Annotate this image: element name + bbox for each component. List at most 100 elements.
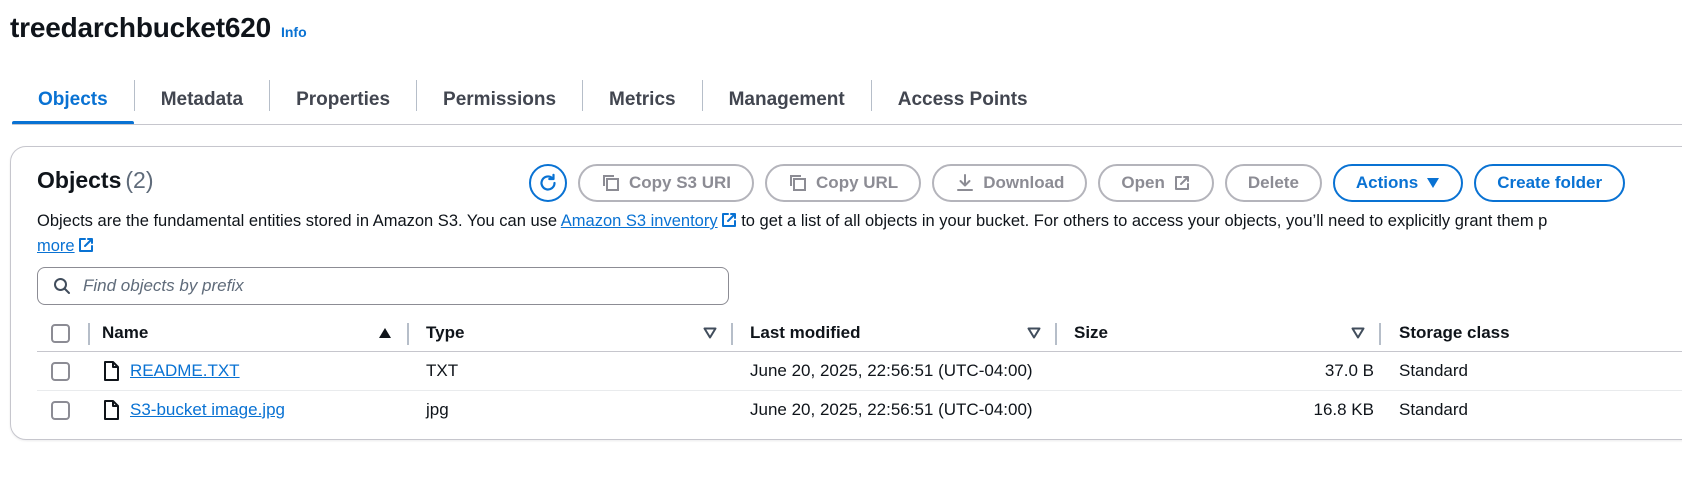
- info-link[interactable]: Info: [281, 24, 307, 40]
- tab-properties[interactable]: Properties: [270, 74, 416, 125]
- caret-down-icon: [1427, 178, 1440, 188]
- tab-permissions[interactable]: Permissions: [417, 74, 582, 125]
- sort-icon[interactable]: [1027, 315, 1041, 351]
- column-header-storage-class[interactable]: Storage class: [1399, 315, 1510, 351]
- button-label: Download: [983, 173, 1065, 192]
- search-box: [37, 267, 729, 305]
- last-modified-cell: June 20, 2025, 22:56:51 (UTC-04:00): [750, 400, 1033, 419]
- page-title: treedarchbucket620: [10, 12, 271, 43]
- search-input[interactable]: [81, 275, 685, 297]
- table-row: S3-bucket image.jpg jpg June 20, 2025, 2…: [37, 391, 1682, 429]
- refresh-button[interactable]: [529, 164, 567, 202]
- tab-bar: Objects Metadata Properties Permissions …: [12, 74, 1054, 125]
- tab-label: Properties: [296, 88, 391, 110]
- column-divider: [407, 323, 409, 345]
- tab-label: Objects: [38, 88, 108, 110]
- column-label: Size: [1074, 323, 1109, 342]
- create-folder-button[interactable]: Create folder: [1474, 164, 1626, 202]
- tab-label: Metadata: [160, 88, 244, 110]
- column-header-name[interactable]: Name: [102, 315, 148, 351]
- column-header-size[interactable]: Size: [1074, 315, 1108, 351]
- button-label: Actions: [1355, 173, 1419, 192]
- column-divider: [1055, 323, 1057, 345]
- tab-access-points[interactable]: Access Points: [872, 74, 1054, 125]
- download-button[interactable]: Download: [932, 164, 1088, 202]
- tab-label: Access Points: [897, 88, 1028, 110]
- row-select-cell: [51, 391, 70, 429]
- column-label: Storage class: [1399, 323, 1510, 342]
- button-label: Open: [1121, 173, 1165, 192]
- tab-label: Permissions: [443, 88, 557, 110]
- column-divider: [1379, 323, 1381, 345]
- column-header-type[interactable]: Type: [426, 315, 464, 351]
- button-label: Create folder: [1497, 173, 1603, 192]
- search-icon: [53, 277, 71, 295]
- button-label: Delete: [1247, 173, 1299, 192]
- copy-s3-uri-button[interactable]: Copy S3 URI: [578, 164, 755, 202]
- refresh-icon: [540, 173, 556, 191]
- tab-metadata[interactable]: Metadata: [135, 74, 269, 125]
- type-cell: TXT: [426, 361, 459, 380]
- tab-label: Metrics: [609, 88, 676, 110]
- column-label: Last modified: [750, 323, 861, 342]
- select-all-checkbox[interactable]: [51, 323, 70, 343]
- object-name-link[interactable]: S3-bucket image.jpg: [130, 400, 285, 420]
- button-label: Copy S3 URI: [629, 173, 732, 192]
- size-cell: 16.8 KB: [1313, 400, 1375, 419]
- objects-table: Name Type Last modified Size Storage cla…: [37, 315, 1682, 429]
- column-divider: [731, 323, 733, 345]
- delete-button[interactable]: Delete: [1224, 164, 1322, 202]
- column-label: Type: [426, 323, 465, 342]
- type-cell: jpg: [426, 400, 449, 419]
- description-text: Objects are the fundamental entities sto…: [37, 212, 561, 230]
- objects-heading: Objects (2): [37, 167, 154, 194]
- actions-dropdown-button[interactable]: Actions: [1332, 164, 1464, 202]
- external-link-icon: [78, 238, 93, 252]
- sort-ascending-icon[interactable]: [378, 315, 392, 351]
- object-name-link[interactable]: README.TXT: [130, 361, 240, 381]
- column-divider: [88, 323, 90, 345]
- table-header-row: Name Type Last modified Size Storage cla…: [37, 315, 1682, 352]
- tabs-underline: [12, 124, 1682, 125]
- learn-more-link[interactable]: more: [37, 237, 94, 255]
- external-link-icon: [721, 213, 736, 227]
- name-cell: S3-bucket image.jpg: [102, 391, 285, 429]
- column-header-last-modified[interactable]: Last modified: [750, 315, 861, 351]
- objects-count: (2): [125, 167, 154, 193]
- file-icon: [102, 400, 120, 420]
- objects-panel: Objects (2) Copy S3 URI Copy URL Download…: [10, 146, 1682, 440]
- download-icon: [957, 174, 974, 191]
- tab-objects[interactable]: Objects: [12, 74, 134, 125]
- page-header: treedarchbucket620 Info: [10, 12, 307, 44]
- link-label: Amazon S3 inventory: [560, 212, 718, 230]
- sort-icon[interactable]: [703, 315, 717, 351]
- storage-class-cell: Standard: [1399, 361, 1468, 380]
- size-cell: 37.0 B: [1324, 361, 1374, 380]
- description-text: to get a list of all objects in your buc…: [736, 212, 1548, 230]
- objects-description: Objects are the fundamental entities sto…: [37, 209, 1682, 259]
- tab-metrics[interactable]: Metrics: [583, 74, 702, 125]
- table-row: README.TXT TXT June 20, 2025, 22:56:51 (…: [37, 352, 1682, 391]
- sort-icon[interactable]: [1351, 315, 1365, 351]
- external-link-icon: [1174, 176, 1189, 190]
- button-label: Copy URL: [816, 173, 899, 192]
- last-modified-cell: June 20, 2025, 22:56:51 (UTC-04:00): [750, 361, 1033, 380]
- name-cell: README.TXT: [102, 352, 240, 390]
- tab-management[interactable]: Management: [703, 74, 871, 125]
- open-button[interactable]: Open: [1098, 164, 1214, 202]
- storage-class-cell: Standard: [1399, 400, 1468, 419]
- select-all-cell: [51, 315, 70, 351]
- objects-toolbar: Copy S3 URI Copy URL Download Open Delet…: [529, 164, 1626, 202]
- copy-url-button[interactable]: Copy URL: [765, 164, 922, 202]
- tab-label: Management: [728, 88, 845, 110]
- copy-icon: [790, 175, 807, 191]
- row-checkbox[interactable]: [51, 400, 70, 420]
- file-icon: [102, 361, 120, 381]
- copy-icon: [603, 175, 619, 191]
- row-select-cell: [51, 352, 70, 390]
- link-label: more: [37, 237, 75, 255]
- s3-inventory-link[interactable]: Amazon S3 inventory: [561, 212, 737, 230]
- row-checkbox[interactable]: [51, 361, 70, 381]
- objects-title: Objects: [37, 167, 122, 193]
- column-label: Name: [102, 323, 149, 342]
